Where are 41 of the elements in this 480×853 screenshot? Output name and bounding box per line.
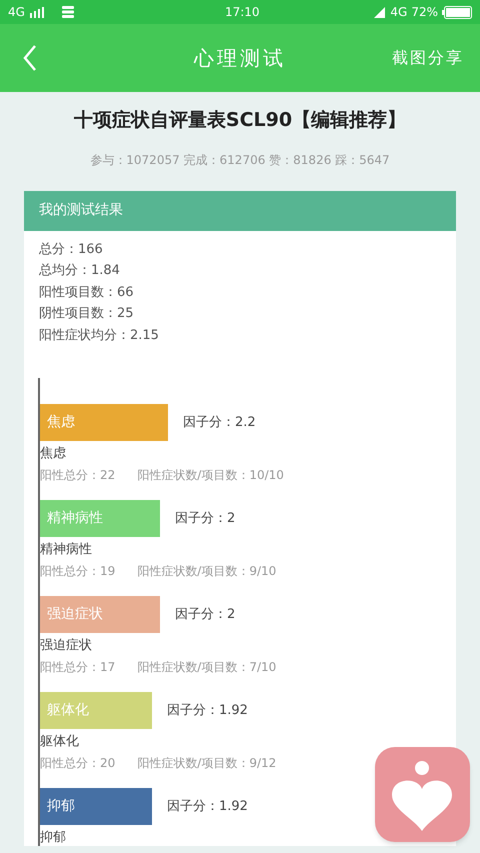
factor-score: 因子分：2 <box>175 510 236 528</box>
summary-line: 阴性项目数：25 <box>39 305 135 323</box>
factor-score: 因子分：2 <box>175 606 236 624</box>
factor-total: 阳性总分：22 <box>40 467 116 484</box>
factor-score: 因子分：1.92 <box>167 702 248 720</box>
factor-bar: 精神病性 <box>40 500 160 537</box>
factor-score: 因子分：2.2 <box>183 414 256 432</box>
database-icon <box>60 5 75 19</box>
summary-line: 总均分：1.84 <box>39 262 121 280</box>
factor-bar: 强迫症状 <box>40 596 160 633</box>
summary-line: 总分：166 <box>39 240 104 258</box>
factor-bar: 躯体化 <box>40 692 152 729</box>
factor-ratio: 阳性症状数/项目数：9/12 <box>137 755 276 772</box>
page-title: 心理测试 <box>192 45 287 72</box>
back-icon <box>22 44 38 72</box>
summary-line: 阳性项目数：66 <box>39 284 135 302</box>
network-label: 4G <box>8 4 25 21</box>
battery-icon <box>442 6 472 18</box>
factor-ratio: 阳性症状数/项目数：9/10 <box>137 563 276 580</box>
factor-ratio: 阳性症状数/项目数：10/10 <box>137 467 284 484</box>
factor-name: 抑郁 <box>40 829 67 846</box>
summary-line: 阳性症状均分：2.15 <box>39 326 160 344</box>
factor-name: 精神病性 <box>40 541 93 559</box>
factor-total: 阳性总分：17 <box>40 659 116 676</box>
factor-score: 因子分：1.92 <box>167 798 248 816</box>
factor-name: 焦虑 <box>40 445 67 463</box>
factor-ratio: 阳性症状数/项目数：7/10 <box>137 659 276 676</box>
network-label: 4G <box>390 4 408 21</box>
factor-total: 阳性总分：20 <box>40 755 116 772</box>
test-stats: 参与：1072057 完成：612706 赞：81826 踩：5647 <box>89 152 391 168</box>
clock: 17:10 <box>224 4 260 21</box>
share-button[interactable]: 截图分享 <box>392 46 464 70</box>
card-header: 我的测试结果 <box>24 190 456 230</box>
battery-percent: 72% <box>411 4 438 21</box>
factor-name: 躯体化 <box>40 733 80 751</box>
factor-total: 阳性总分：19 <box>40 563 116 580</box>
test-title: 十项症状自评量表SCL90【编辑推荐】 <box>72 108 408 133</box>
app-icon[interactable] <box>375 747 470 842</box>
factor-bar: 抑郁 <box>40 788 152 825</box>
factor-name: 强迫症状 <box>40 637 93 655</box>
factor-bar: 焦虑 <box>40 404 168 441</box>
